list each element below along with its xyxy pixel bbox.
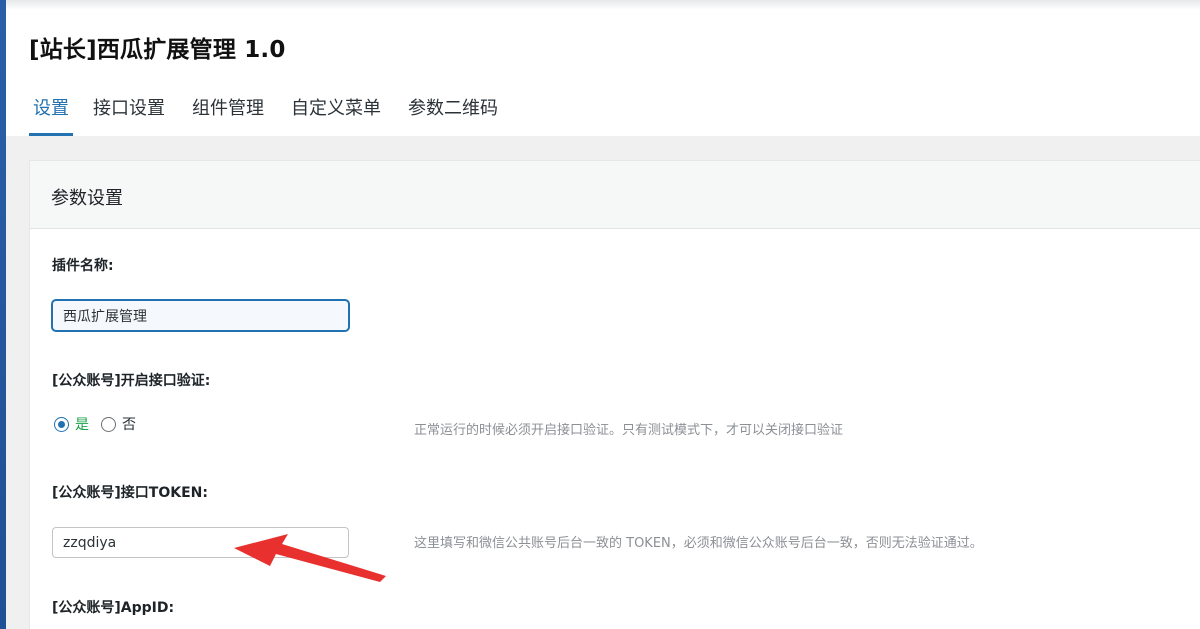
radio-yes[interactable] <box>54 416 69 432</box>
page-title: [站长]西瓜扩展管理 1.0 <box>29 37 286 63</box>
interface-verify-radio-group: 是 否 <box>54 415 136 433</box>
token-label: [公众账号]接口TOKEN: <box>52 485 208 501</box>
tab-interface-settings[interactable]: 接口设置 <box>93 88 165 136</box>
plugin-name-input[interactable] <box>52 300 349 331</box>
radio-no-label[interactable]: 否 <box>122 414 136 434</box>
panel-title: 参数设置 <box>51 188 123 209</box>
tab-custom-menu[interactable]: 自定义菜单 <box>291 88 381 136</box>
appid-label: [公众账号]AppID: <box>52 600 175 616</box>
settings-panel: 参数设置 插件名称: [公众账号]开启接口验证: 是 否 正常运行的时候必须开启… <box>29 160 1200 629</box>
plugin-name-label: 插件名称: <box>52 258 114 274</box>
top-bar-shadow <box>6 0 1200 10</box>
tab-component-management[interactable]: 组件管理 <box>192 88 264 136</box>
red-arrow-icon <box>234 534 386 582</box>
tab-bar: 设置 接口设置 组件管理 自定义菜单 参数二维码 <box>29 88 525 136</box>
token-help: 这里填写和微信公共账号后台一致的 TOKEN，必须和微信公众账号后台一致，否则无… <box>414 536 983 551</box>
radio-yes-label[interactable]: 是 <box>75 414 89 434</box>
tab-settings[interactable]: 设置 <box>29 88 73 136</box>
interface-verify-label: [公众账号]开启接口验证: <box>52 373 211 389</box>
radio-no[interactable] <box>101 416 116 432</box>
panel-header: 参数设置 <box>30 161 1200 229</box>
tab-param-qrcode[interactable]: 参数二维码 <box>408 88 498 136</box>
interface-verify-help: 正常运行的时候必须开启接口验证。只有测试模式下，才可以关闭接口验证 <box>414 423 844 438</box>
